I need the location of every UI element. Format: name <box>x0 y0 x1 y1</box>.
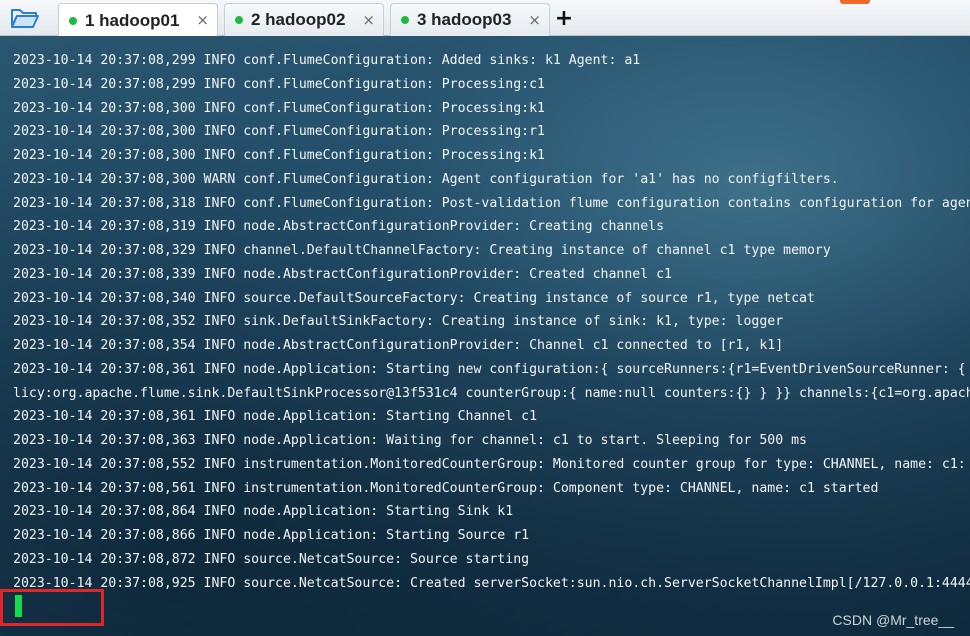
status-dot-icon <box>235 16 243 24</box>
status-dot-icon <box>69 16 77 25</box>
log-line: 2023-10-14 20:37:08,866 INFO node.Applic… <box>13 528 530 543</box>
log-line: 2023-10-14 20:37:08,299 INFO conf.FlumeC… <box>13 53 641 68</box>
tab-hadoop03[interactable]: 3 hadoop03 × <box>390 3 550 36</box>
log-line: 2023-10-14 20:37:08,363 INFO node.Applic… <box>13 433 807 448</box>
window-accent-mark <box>840 0 870 4</box>
tab-label: 2 hadoop02 <box>251 10 346 29</box>
log-line: 2023-10-14 20:37:08,552 INFO instrumenta… <box>13 456 970 472</box>
log-line: 2023-10-14 20:37:08,300 INFO conf.FlumeC… <box>13 124 545 140</box>
log-line: 2023-10-14 20:37:08,340 INFO source.Defa… <box>13 290 815 306</box>
plus-icon[interactable]: + <box>552 4 576 32</box>
tab-hadoop02[interactable]: 2 hadoop02 × <box>224 3 384 36</box>
status-dot-icon <box>401 16 409 24</box>
log-line: 2023-10-14 20:37:08,329 INFO channel.Def… <box>13 243 831 258</box>
log-line: 2023-10-14 20:37:08,300 INFO conf.FlumeC… <box>13 148 545 163</box>
folder-open-icon <box>11 9 39 28</box>
terminal-cursor <box>15 595 22 617</box>
log-line: 2023-10-14 20:37:08,361 INFO node.Applic… <box>13 361 970 377</box>
log-line: 2023-10-14 20:37:08,300 WARN conf.FlumeC… <box>13 171 839 187</box>
log-line: licy:org.apache.flume.sink.DefaultSinkPr… <box>13 385 970 401</box>
log-line: 2023-10-14 20:37:08,299 INFO conf.FlumeC… <box>13 76 545 92</box>
log-line: 2023-10-14 20:37:08,354 INFO node.Abstra… <box>13 338 784 353</box>
log-line: 2023-10-14 20:37:08,300 INFO conf.FlumeC… <box>13 100 545 116</box>
tab-label: 3 hadoop03 <box>417 10 512 29</box>
log-line: 2023-10-14 20:37:08,319 INFO node.Abstra… <box>13 219 665 235</box>
log-line: 2023-10-14 20:37:08,339 INFO node.Abstra… <box>13 266 672 282</box>
log-line: 2023-10-14 20:37:08,318 INFO conf.FlumeC… <box>13 195 970 211</box>
log-line: 2023-10-14 20:37:08,864 INFO node.Applic… <box>13 504 514 520</box>
log-line: 2023-10-14 20:37:08,561 INFO instrumenta… <box>13 480 879 496</box>
close-icon[interactable]: × <box>362 11 375 29</box>
tab-label: 1 hadoop01 <box>85 10 180 30</box>
tab-bar: 1 hadoop01 × 2 hadoop02 × 3 hadoop03 × + <box>0 0 970 37</box>
log-line: 2023-10-14 20:37:08,925 INFO source.Netc… <box>13 575 970 591</box>
close-icon[interactable]: × <box>196 11 209 29</box>
log-lines: 2023-10-14 20:37:08,299 INFO conf.FlumeC… <box>13 49 970 595</box>
log-line: 2023-10-14 20:37:08,361 INFO node.Applic… <box>13 409 538 425</box>
close-icon[interactable]: × <box>528 11 541 29</box>
log-line: 2023-10-14 20:37:08,352 INFO sink.Defaul… <box>13 314 784 330</box>
watermark: CSDN @Mr_tree__ <box>832 612 954 628</box>
tab-hadoop01[interactable]: 1 hadoop01 × <box>58 3 218 37</box>
terminal-output[interactable]: 2023-10-14 20:37:08,299 INFO conf.FlumeC… <box>0 36 970 636</box>
terminal-app-window: 1 hadoop01 × 2 hadoop02 × 3 hadoop03 × +… <box>0 0 970 636</box>
log-line: 2023-10-14 20:37:08,872 INFO source.Netc… <box>13 551 530 567</box>
open-session-button[interactable] <box>4 2 46 34</box>
